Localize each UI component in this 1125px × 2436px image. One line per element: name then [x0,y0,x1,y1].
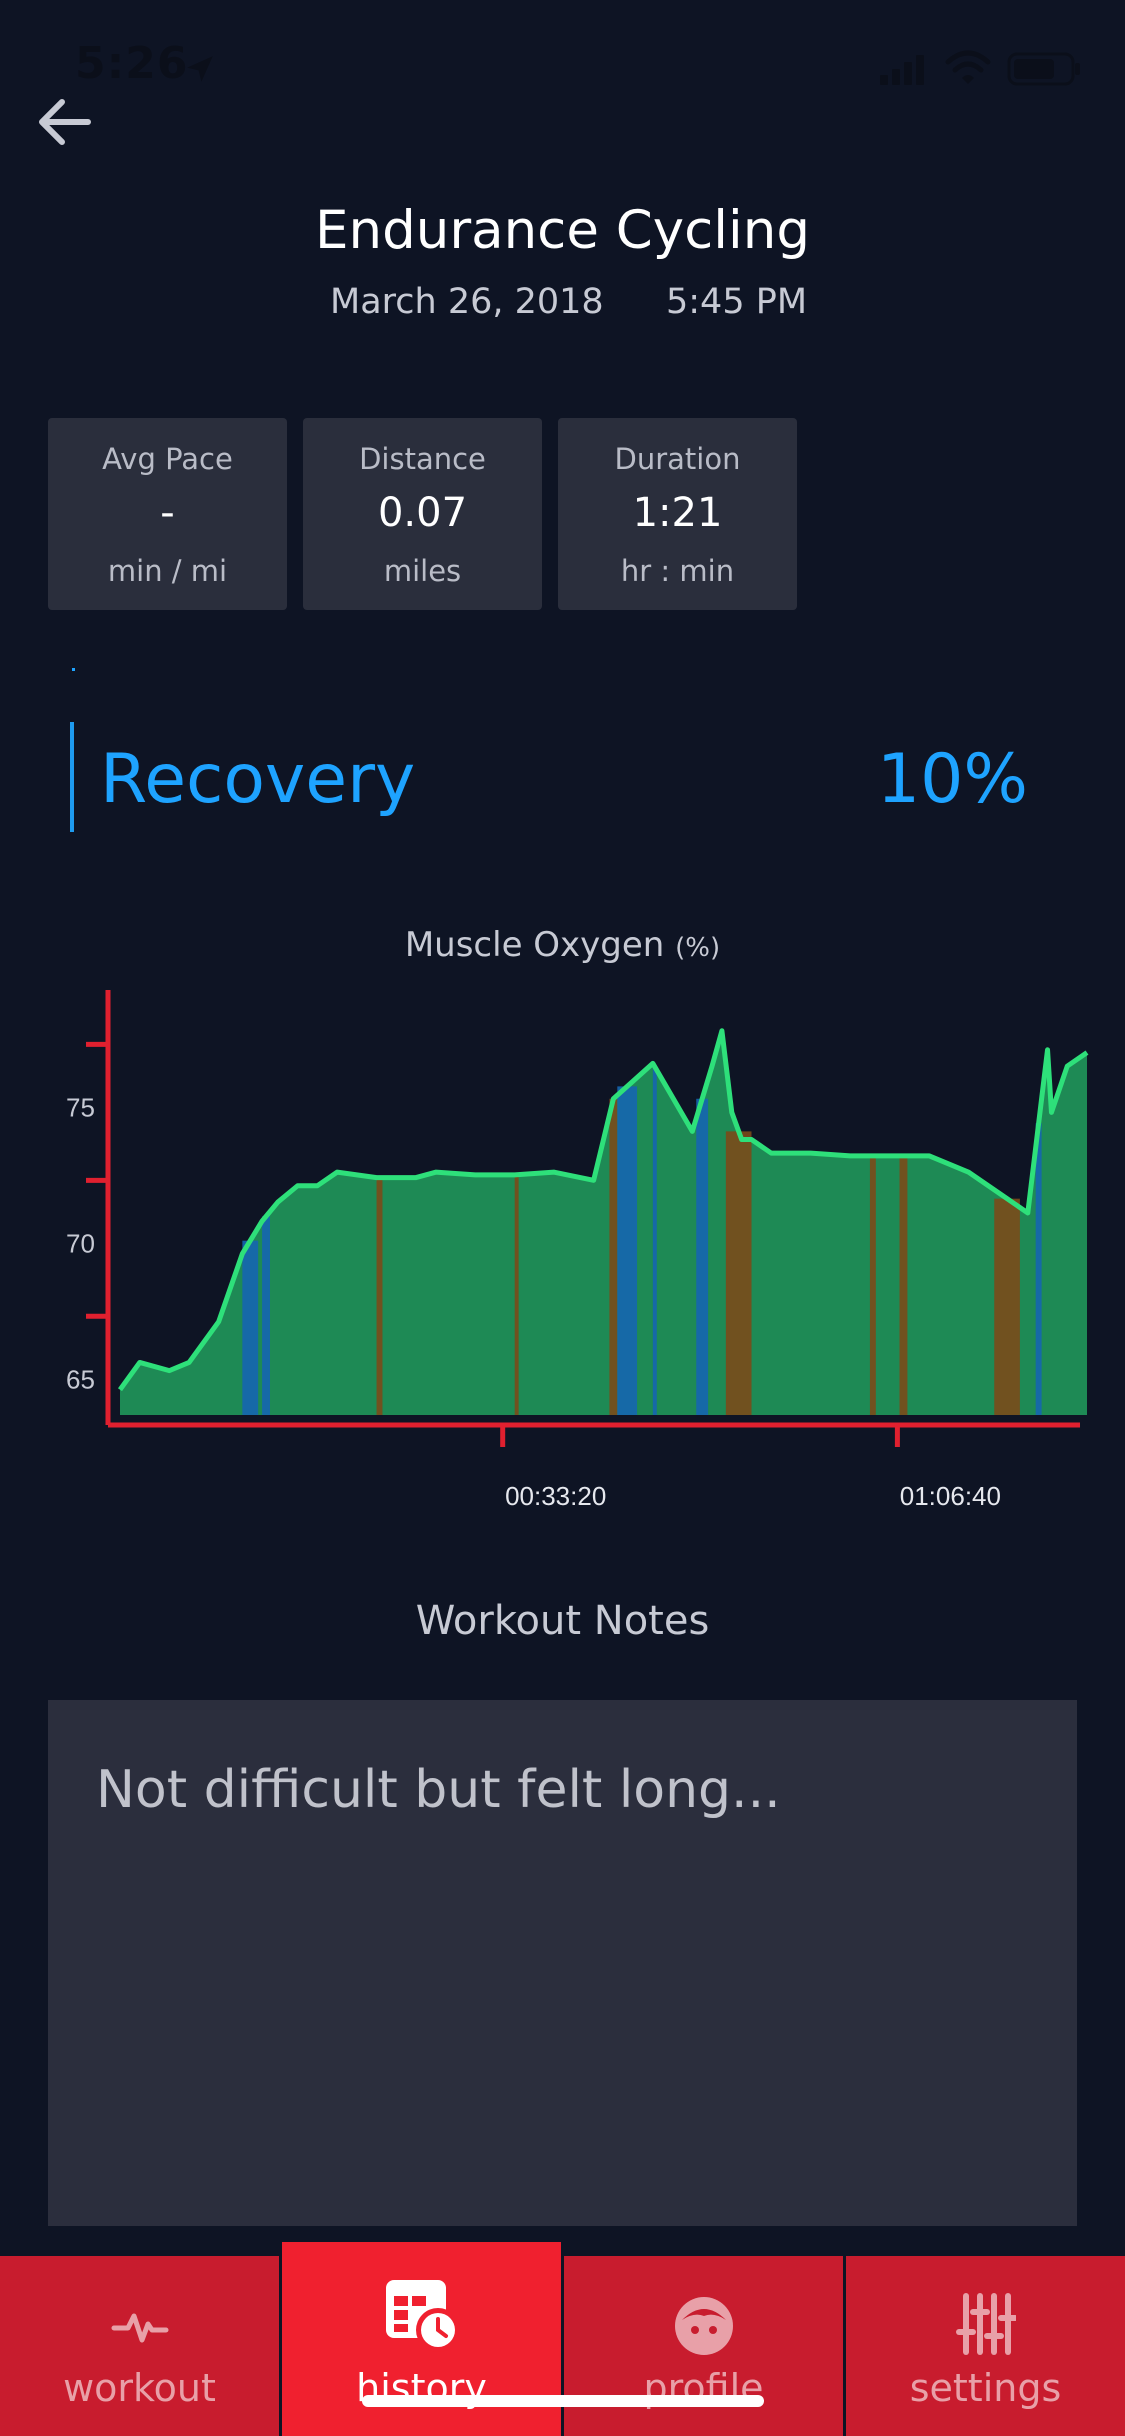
wifi-icon [945,50,991,84]
status-time: 5:26 [75,38,189,89]
face-icon [674,2297,733,2355]
stat-label: Duration [614,442,741,476]
home-indicator[interactable] [362,2395,764,2407]
sliders-icon [955,2293,1016,2355]
stat-unit: min / mi [107,554,228,588]
chart-zone-band [514,1174,519,1415]
cellular-signal-icon [880,55,924,85]
notes-box[interactable]: Not difficult but felt long... [48,1700,1077,2226]
status-bar: 5:26 [0,0,1125,135]
tab-label: settings [909,2366,1062,2410]
muscle-oxygen-chart: 65 70 75 00:33:20 01:06:40 [66,990,1089,1511]
workout-title: Endurance Cycling [315,200,810,261]
chart-zone-band [652,1066,657,1415]
tab-profile[interactable]: profile [564,2256,843,2436]
chart-zone-band [617,1086,638,1415]
stat-label: Avg Pace [102,442,233,476]
stat-card-distance: Distance 0.07 miles [303,418,542,610]
stat-value: 0.07 [377,490,468,536]
workout-time: 5:45 PM [666,282,808,322]
zone-label: Recovery [100,740,416,819]
stat-label: Distance [359,442,486,476]
chart-zone-band [609,1098,618,1415]
location-arrow-icon [187,56,213,82]
notes-text: Not difficult but felt long... [96,1760,781,1820]
stat-card-avg-pace: Avg Pace - min / mi [48,418,287,610]
chart-y-tick-label: 75 [66,1092,95,1122]
tab-workout[interactable]: workout [0,2256,279,2436]
chart-title-unit: (%) [675,933,721,963]
chart-y-tick-label: 70 [66,1228,95,1258]
zone-accent-bar [70,722,74,832]
stat-value: 1:21 [632,490,723,536]
notes-title: Workout Notes [415,1598,710,1644]
stat-unit: hr : min [620,554,735,588]
workout-date: March 26, 2018 [330,282,604,322]
zone-percentage: 10% [876,740,1028,819]
chart-zone-band [994,1198,1020,1415]
chart-zone-band [1035,1123,1042,1415]
chart-x-tick-label: 00:33:20 [505,1481,606,1511]
chart-zone-band [376,1177,383,1415]
chart-title: Muscle Oxygen (%) [0,925,1125,965]
chart-x-tick-label: 01:06:40 [900,1481,1001,1511]
tab-bar: workout history profile settings [0,2242,1125,2436]
pulse-icon [111,2313,168,2343]
chart-y-tick-label: 65 [66,1364,95,1394]
chart-zone-band [899,1155,908,1415]
stat-card-duration: Duration 1:21 hr : min [558,418,797,610]
stat-value: - [160,490,175,536]
chart-zone-band [242,1240,259,1415]
back-arrow-icon[interactable] [34,92,94,152]
tab-settings[interactable]: settings [846,2256,1125,2436]
battery-icon [1007,52,1080,86]
chart-zone-band [725,1131,752,1415]
stat-unit: miles [383,554,462,588]
indicator-dot [72,668,75,671]
chart-zone-band [262,1216,270,1415]
calendar-clock-icon [385,2280,460,2352]
tab-label: workout [63,2366,216,2410]
chart-zone-band [696,1098,709,1415]
chart-zone-band [869,1155,876,1415]
chart-title-text: Muscle Oxygen [404,925,665,965]
